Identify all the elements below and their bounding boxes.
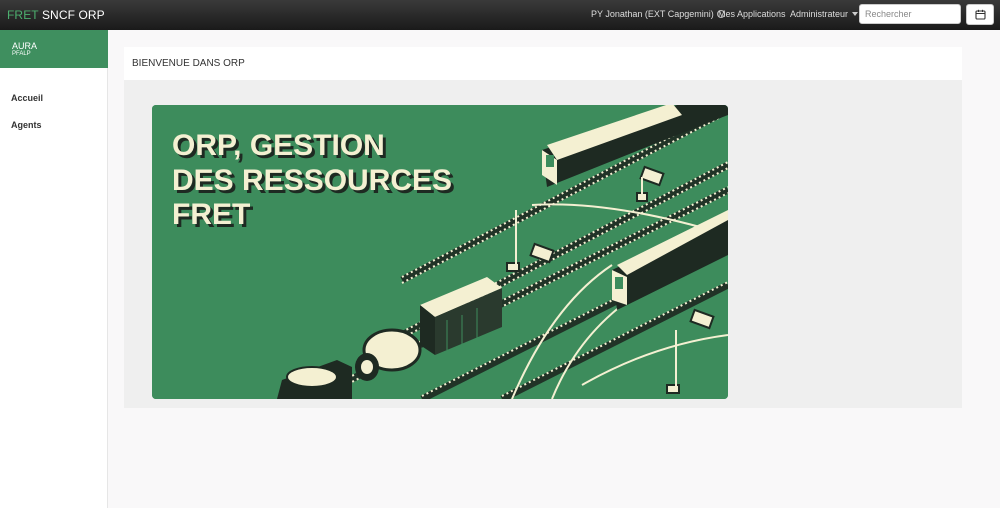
administrator-dropdown[interactable]: Administrateur [790, 9, 859, 19]
caret-down-icon [852, 12, 859, 16]
region-name: AURA [12, 41, 38, 51]
banner-line-3: FRET [172, 198, 250, 231]
sidebar-item-agents[interactable]: Agents [11, 120, 42, 130]
administrator-label: Administrateur [790, 9, 849, 19]
page-title: BIENVENUE DANS ORP [132, 58, 245, 69]
banner-line-2: DES RESSOURCES [172, 164, 452, 197]
sidebar-item-accueil[interactable]: Accueil [11, 93, 43, 103]
current-user[interactable]: PY Jonathan (EXT Capgemini) [591, 9, 725, 19]
region-code: PFALP [12, 51, 31, 57]
sidebar: AURA PFALP Accueil Agents [0, 30, 108, 508]
calendar-icon [974, 9, 986, 20]
search-input[interactable] [859, 4, 961, 24]
region-selector[interactable]: AURA PFALP [0, 30, 108, 68]
welcome-banner: ORP, GESTION ORP, GESTION DES RESSOURCES… [152, 105, 728, 399]
app-brand[interactable]: FRET SNCF ORP [7, 8, 105, 22]
user-name: PY Jonathan (EXT Capgemini) [591, 9, 714, 19]
my-applications-link[interactable]: Mes Applications [718, 9, 786, 19]
panel-header: BIENVENUE DANS ORP [124, 47, 962, 80]
railway-illustration: ORP, GESTION ORP, GESTION DES RESSOURCES… [152, 105, 728, 399]
top-navbar: FRET SNCF ORP PY Jonathan (EXT Capgemini… [0, 0, 1000, 30]
brand-fret: FRET [7, 8, 39, 22]
brand-name: SNCF ORP [38, 8, 105, 22]
banner-line-1: ORP, GESTION [172, 129, 385, 162]
calendar-button[interactable] [966, 4, 994, 25]
